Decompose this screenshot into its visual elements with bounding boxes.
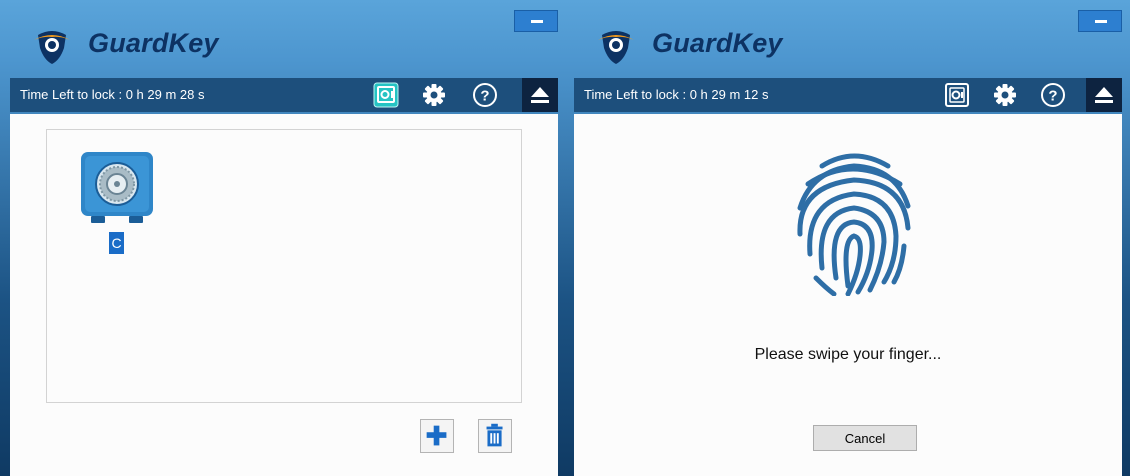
eject-button[interactable]: [1086, 78, 1122, 112]
toolbar: Time Left to lock : 0 h 29 m 28 s ?: [10, 78, 558, 112]
lock-timer: Time Left to lock : 0 h 29 m 28 s: [20, 87, 205, 102]
eject-icon: [1095, 87, 1113, 103]
svg-text:?: ?: [480, 88, 489, 105]
app-title: GuardKey: [88, 28, 219, 58]
lock-timer: Time Left to lock : 0 h 29 m 12 s: [584, 87, 769, 102]
cancel-button[interactable]: Cancel: [813, 425, 917, 451]
safe-icon: [81, 152, 153, 223]
content-area: C: [10, 114, 558, 476]
minimize-button[interactable]: [514, 10, 558, 32]
guardkey-window-vault-list: GuardKey Time Left to lock : 0 h 29 m 28…: [0, 0, 566, 476]
eject-icon: [531, 87, 549, 103]
title-bar: GuardKey: [564, 0, 1130, 76]
toolbar: Time Left to lock : 0 h 29 m 12 s ?: [574, 78, 1122, 112]
vault-icon[interactable]: [944, 82, 970, 108]
vault-item[interactable]: C: [79, 150, 159, 254]
minimize-button[interactable]: [1078, 10, 1122, 32]
svg-text:?: ?: [1048, 88, 1057, 105]
help-icon[interactable]: ?: [1040, 82, 1066, 108]
swipe-prompt: Please swipe your finger...: [754, 346, 942, 363]
guardkey-logo: [34, 31, 70, 64]
vault-list: C: [46, 129, 522, 403]
trash-icon: [486, 423, 503, 447]
guardkey-logo: [598, 31, 634, 64]
fingerprint-icon: [797, 153, 911, 296]
gear-icon[interactable]: [992, 82, 1018, 108]
eject-button[interactable]: [522, 78, 558, 112]
add-vault-button[interactable]: [420, 419, 454, 453]
vault-icon[interactable]: [373, 82, 399, 108]
plus-icon: [426, 425, 447, 446]
delete-vault-button[interactable]: [478, 419, 512, 453]
title-bar: GuardKey: [0, 0, 566, 76]
app-title: GuardKey: [652, 28, 783, 58]
guardkey-window-fingerprint: GuardKey Time Left to lock : 0 h 29 m 12…: [564, 0, 1130, 476]
gear-icon[interactable]: [421, 82, 447, 108]
help-icon[interactable]: ?: [472, 82, 498, 108]
vault-label: C: [109, 232, 124, 254]
content-area: Please swipe your finger... Cancel: [574, 114, 1122, 476]
